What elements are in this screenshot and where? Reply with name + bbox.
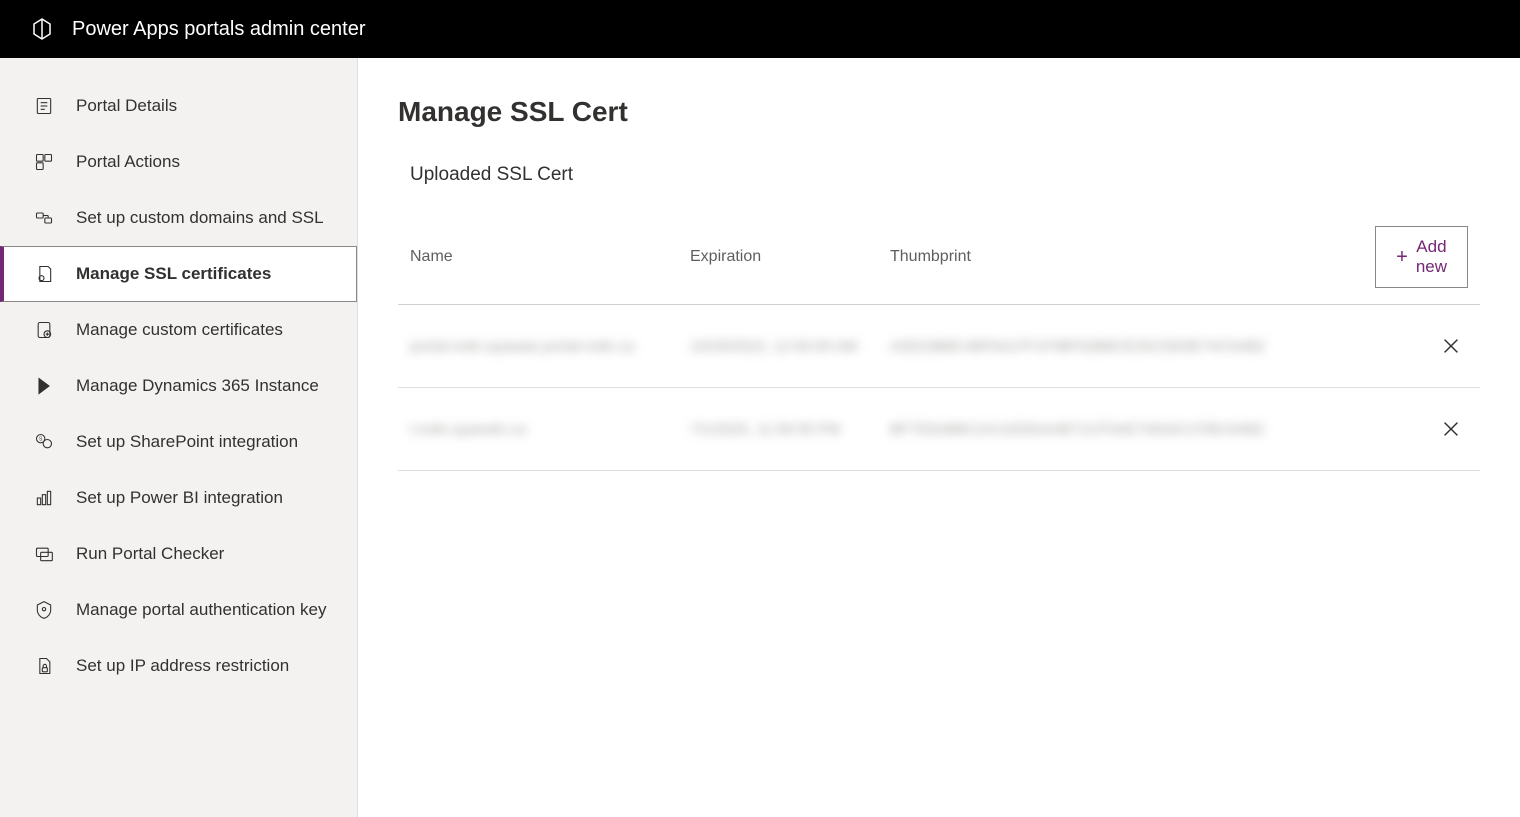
app-logo-icon: [30, 17, 54, 41]
main-content: Manage SSL Cert Uploaded SSL Cert Name E…: [358, 58, 1520, 817]
topbar: Power Apps portals admin center: [0, 0, 1520, 58]
sidebar-item-label: Run Portal Checker: [76, 543, 224, 566]
sidebar-item-manage-ssl-certificates[interactable]: Manage SSL certificates: [0, 246, 357, 302]
cell-thumbprint: A3D23B8C48F6A27F1F98F62B8CE25CDE6E74C5AB…: [890, 338, 1290, 355]
cell-expiration: 10/29/2022, 12:00:00 AM: [690, 338, 890, 355]
powerbi-icon: [34, 488, 54, 508]
plus-icon: +: [1396, 247, 1408, 267]
delete-row-button[interactable]: [1434, 412, 1468, 446]
sidebar-item-sharepoint-integration[interactable]: S Set up SharePoint integration: [0, 414, 357, 470]
close-icon: [1440, 418, 1462, 440]
svg-text:S: S: [39, 436, 43, 442]
table-row: t-mdn.ayamdn.ca 7/1/2025, 11:59:59 PM BF…: [398, 388, 1480, 471]
sidebar-item-label: Manage Dynamics 365 Instance: [76, 375, 319, 398]
sharepoint-icon: S: [34, 432, 54, 452]
cell-name: t-mdn.ayamdn.ca: [410, 421, 690, 438]
sidebar: Portal Details Portal Actions Set up cus…: [0, 58, 358, 817]
dynamics-icon: [34, 376, 54, 396]
add-new-button[interactable]: + Add new: [1375, 226, 1468, 288]
sidebar-item-label: Set up IP address restriction: [76, 655, 289, 678]
shield-icon: [34, 600, 54, 620]
app-title: Power Apps portals admin center: [72, 18, 366, 41]
sidebar-item-run-portal-checker[interactable]: Run Portal Checker: [0, 526, 357, 582]
column-header-expiration: Expiration: [690, 248, 890, 266]
custom-cert-icon: [34, 320, 54, 340]
table-header: Name Expiration Thumbprint + Add new: [398, 216, 1480, 305]
sidebar-item-manage-dynamics-instance[interactable]: Manage Dynamics 365 Instance: [0, 358, 357, 414]
cell-thumbprint: BF7D5AB8C2A132DDAAB71CF5AE7463AC37BC0AB2: [890, 421, 1290, 438]
sidebar-item-label: Manage custom certificates: [76, 319, 283, 342]
sidebar-item-ip-restriction[interactable]: Set up IP address restriction: [0, 638, 357, 694]
add-new-label: Add new: [1416, 237, 1447, 277]
sidebar-item-label: Portal Details: [76, 95, 177, 118]
cell-name: portal-mdn-ayawae.portal-mdn.ca: [410, 338, 690, 355]
close-icon: [1440, 335, 1462, 357]
details-icon: [34, 96, 54, 116]
sidebar-item-label: Manage portal authentication key: [76, 599, 326, 622]
sidebar-item-label: Manage SSL certificates: [76, 263, 271, 286]
delete-row-button[interactable]: [1434, 329, 1468, 363]
checker-icon: [34, 544, 54, 564]
sidebar-item-manage-custom-certificates[interactable]: Manage custom certificates: [0, 302, 357, 358]
restriction-icon: [34, 656, 54, 676]
sidebar-item-label: Set up SharePoint integration: [76, 431, 298, 454]
ssl-cert-icon: [34, 264, 54, 284]
sidebar-item-portal-details[interactable]: Portal Details: [0, 78, 357, 134]
column-header-thumbprint: Thumbprint: [890, 248, 1290, 266]
column-header-name: Name: [410, 248, 690, 266]
table-row: portal-mdn-ayawae.portal-mdn.ca 10/29/20…: [398, 305, 1480, 388]
ssl-cert-table: Name Expiration Thumbprint + Add new por…: [398, 216, 1480, 471]
section-title: Uploaded SSL Cert: [410, 164, 1480, 186]
page-title: Manage SSL Cert: [398, 96, 1480, 128]
cell-expiration: 7/1/2025, 11:59:59 PM: [690, 421, 890, 438]
sidebar-item-powerbi-integration[interactable]: Set up Power BI integration: [0, 470, 357, 526]
sidebar-item-custom-domains-ssl[interactable]: Set up custom domains and SSL: [0, 190, 357, 246]
actions-icon: [34, 152, 54, 172]
domains-icon: [34, 208, 54, 228]
sidebar-item-authentication-key[interactable]: Manage portal authentication key: [0, 582, 357, 638]
sidebar-item-label: Portal Actions: [76, 151, 180, 174]
sidebar-item-portal-actions[interactable]: Portal Actions: [0, 134, 357, 190]
sidebar-item-label: Set up custom domains and SSL: [76, 207, 324, 230]
sidebar-item-label: Set up Power BI integration: [76, 487, 283, 510]
